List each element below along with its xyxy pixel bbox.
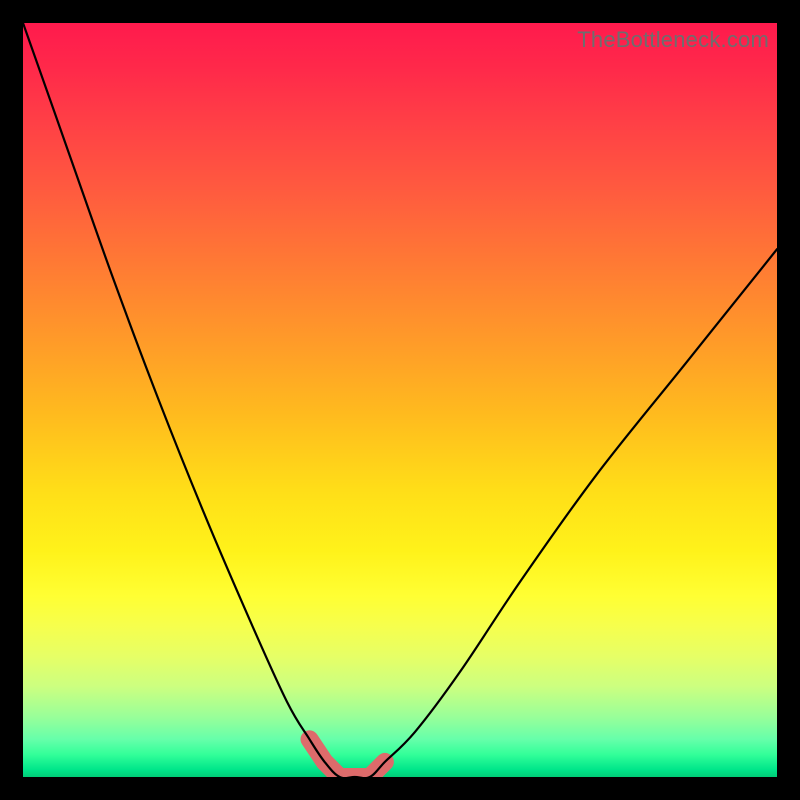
chart-stage: TheBottleneck.com: [0, 0, 800, 800]
chart-overlay: [23, 23, 777, 777]
plot-area: TheBottleneck.com: [23, 23, 777, 777]
bottleneck-curve-line: [23, 23, 777, 777]
